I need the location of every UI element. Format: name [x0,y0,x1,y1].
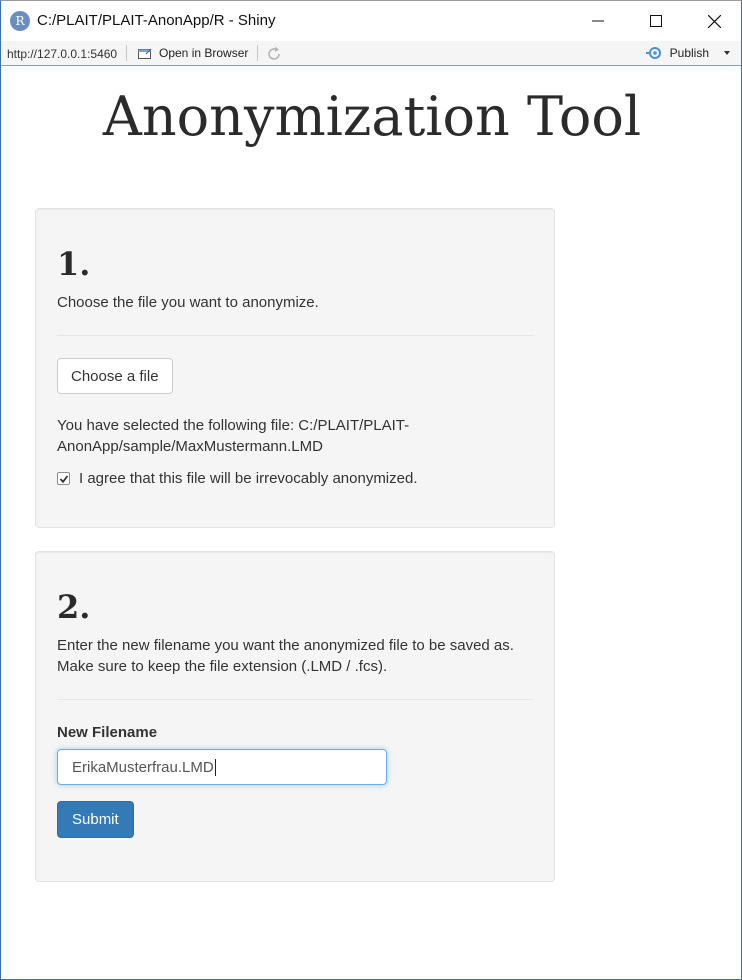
app-window: R C:/PLAIT/PLAIT-AnonApp/R - Shiny http:… [0,0,742,980]
refresh-icon [268,46,280,60]
agree-label: I agree that this file will be irrevocab… [79,470,418,487]
toolbar-divider [126,45,127,61]
r-logo-icon: R [10,11,30,31]
title-bar: R C:/PLAIT/PLAIT-AnonApp/R - Shiny [1,1,741,41]
window-title: C:/PLAIT/PLAIT-AnonApp/R - Shiny [37,12,276,29]
viewer-toolbar: http://127.0.0.1:5460 Open in Browser Pu… [1,41,741,66]
minimize-button[interactable] [569,1,627,41]
close-button[interactable] [685,1,741,41]
step2-description: Enter the new filename you want the anon… [57,635,537,677]
step1-heading: 1. [57,245,91,283]
open-in-browser-label: Open in Browser [159,46,249,60]
choose-file-label: Choose a file [71,367,159,385]
filename-input[interactable]: ErikaMusterfrau.LMD [57,749,387,785]
filename-label: New Filename [57,724,158,741]
submit-label: Submit [72,811,119,828]
submit-button[interactable]: Submit [57,801,134,838]
page-title: Anonymization Tool [102,85,642,148]
refresh-button[interactable] [265,45,283,66]
close-icon [707,14,721,28]
divider [57,335,533,336]
step1-description: Choose the file you want to anonymize. [57,294,319,311]
checkmark-icon [59,474,68,483]
step2-description-line1: Enter the new filename you want the anon… [57,637,514,654]
url-text: http://127.0.0.1:5460 [7,47,118,61]
selected-file-line2: AnonApp/sample/MaxMustermann.LMD [57,438,323,455]
text-caret [214,758,216,776]
publish-label: Publish [669,46,709,60]
selected-file-line1: You have selected the following file: C:… [57,417,410,434]
step2-panel: 2. Enter the new filename you want the a… [35,551,555,882]
chevron-down-icon [724,51,730,55]
toolbar-divider [257,45,258,61]
minimize-icon [592,20,604,22]
publish-button[interactable]: Publish [645,46,733,60]
maximize-icon [650,15,662,27]
open-in-browser-icon [138,48,152,59]
publish-icon [645,47,661,59]
agree-checkbox[interactable] [57,472,70,485]
maximize-button[interactable] [627,1,685,41]
open-in-browser-button[interactable]: Open in Browser [137,46,248,60]
filename-value: ErikaMusterfrau.LMD [72,758,214,776]
step2-heading: 2. [57,588,91,626]
choose-file-button[interactable]: Choose a file [57,358,173,394]
step1-panel: 1. Choose the file you want to anonymize… [35,208,555,528]
step2-description-line2: Make sure to keep the file extension (.L… [57,658,388,675]
agree-checkbox-row[interactable]: I agree that this file will be irrevocab… [57,470,418,487]
divider [57,699,533,700]
selected-file-text: You have selected the following file: C:… [57,415,537,457]
